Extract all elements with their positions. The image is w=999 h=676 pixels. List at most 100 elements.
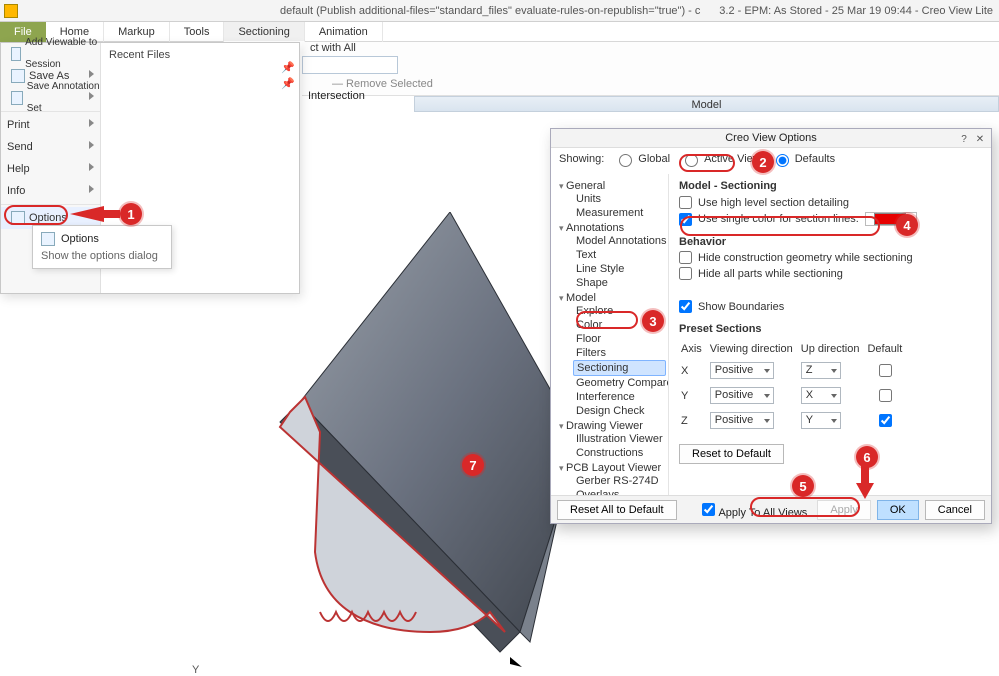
- backstage-help[interactable]: Help: [1, 158, 100, 180]
- cancel-button[interactable]: Cancel: [925, 500, 985, 520]
- reset-all-button[interactable]: Reset All to Default: [557, 500, 677, 520]
- backstage-item-label: Info: [7, 185, 25, 197]
- dialog-titlebar[interactable]: Creo View Options ? ✕: [551, 129, 991, 147]
- backstage-send[interactable]: Send: [1, 136, 100, 158]
- col-up: Up direction: [801, 341, 866, 357]
- save-annotation-icon: [11, 91, 23, 105]
- ok-button[interactable]: OK: [877, 500, 919, 520]
- tree-annotations[interactable]: Annotations: [559, 222, 666, 234]
- chk-show-boundaries[interactable]: Show Boundaries: [679, 300, 981, 313]
- chk-hide-geometry[interactable]: Hide construction geometry while section…: [679, 251, 981, 264]
- combo-view-x[interactable]: Positive: [710, 362, 774, 379]
- pin-icon[interactable]: 📌: [281, 61, 291, 71]
- tree-units[interactable]: Units: [573, 192, 666, 206]
- chevron-right-icon: [89, 163, 94, 171]
- tree-shape[interactable]: Shape: [573, 276, 666, 290]
- tree-filters[interactable]: Filters: [573, 346, 666, 360]
- combo-up-y[interactable]: X: [801, 387, 841, 404]
- chk-high-level[interactable]: Use high level section detailing: [679, 196, 981, 209]
- tree-measurement[interactable]: Measurement: [573, 206, 666, 220]
- tree-floor[interactable]: Floor: [573, 332, 666, 346]
- backstage-save-annotation[interactable]: Save Annotation Set: [1, 87, 100, 109]
- toolstrip-all-label: ct with All: [310, 42, 356, 54]
- ribbon-tabs: File Home Markup Tools Sectioning Animat…: [0, 22, 999, 42]
- tree-geometry-compare[interactable]: Geometry Compare: [573, 376, 666, 390]
- backstage-item-label: Help: [7, 163, 30, 175]
- tree-pcb[interactable]: PCB Layout Viewer: [559, 462, 666, 474]
- backstage-item-label: Send: [7, 141, 33, 153]
- table-row: Y Positive X: [681, 384, 908, 407]
- recent-files-header: Recent Files: [109, 49, 291, 61]
- tree-overlays[interactable]: Overlays: [573, 488, 666, 495]
- tree-design-check[interactable]: Design Check: [573, 404, 666, 418]
- tree-illustration[interactable]: Illustration Viewer: [573, 432, 666, 446]
- options-icon: [11, 211, 25, 225]
- combo-view-z[interactable]: Positive: [710, 412, 774, 429]
- chk-single-color[interactable]: Use single color for section lines:: [679, 212, 981, 226]
- behavior-header: Behavior: [679, 236, 981, 248]
- dialog-body: Showing: Global Active View Defaults Gen…: [551, 147, 991, 495]
- intersection-label: Intersection: [308, 90, 365, 102]
- chk-default-z[interactable]: [879, 414, 892, 427]
- callout-4: 4: [896, 214, 918, 236]
- callout-7: 7: [462, 454, 484, 476]
- tree-constructions[interactable]: Constructions: [573, 446, 666, 460]
- axis-y-label: Y: [192, 664, 199, 676]
- radio-active-view[interactable]: Active View: [680, 151, 761, 167]
- options-tooltip: Options Show the options dialog: [32, 225, 172, 269]
- remove-selected-button[interactable]: — Remove Selected: [332, 78, 433, 90]
- ribbon-tab-animation[interactable]: Animation: [305, 22, 383, 42]
- chevron-right-icon: [89, 92, 94, 100]
- intersection-dropdown[interactable]: Intersection: [308, 90, 365, 102]
- callout-6: 6: [856, 446, 878, 468]
- backstage-add-viewable[interactable]: Add Viewable to Session: [1, 43, 100, 65]
- ribbon-tab-sectioning[interactable]: Sectioning: [224, 22, 304, 42]
- reset-to-default-button[interactable]: Reset to Default: [679, 444, 784, 464]
- annotation-arrow-1: [70, 202, 120, 226]
- callout-5: 5: [792, 475, 814, 497]
- chk-default-y[interactable]: [879, 389, 892, 402]
- section-title: Model - Sectioning: [679, 180, 981, 192]
- tree-line-style[interactable]: Line Style: [573, 262, 666, 276]
- section-select-input[interactable]: [302, 56, 398, 74]
- options-icon: [41, 232, 55, 246]
- chevron-right-icon: [89, 141, 94, 149]
- model-header-label: Model: [692, 99, 722, 111]
- tooltip-title: Options: [61, 233, 99, 245]
- app-status-title: 3.2 - EPM: As Stored - 25 Mar 19 09:44 -…: [719, 5, 993, 17]
- tree-drawing-viewer[interactable]: Drawing Viewer: [559, 420, 666, 432]
- tree-interference[interactable]: Interference: [573, 390, 666, 404]
- dialog-close-icon[interactable]: ✕: [973, 131, 987, 145]
- tree-general[interactable]: General: [559, 180, 666, 192]
- chk-apply-all-views[interactable]: Apply To All Views: [698, 500, 807, 519]
- pin-icon[interactable]: 📌: [281, 77, 291, 87]
- dialog-help-icon[interactable]: ?: [957, 131, 971, 145]
- backstage-print[interactable]: Print: [1, 114, 100, 136]
- tree-model[interactable]: Model: [559, 292, 666, 304]
- tooltip-desc: Show the options dialog: [41, 250, 163, 262]
- combo-up-x[interactable]: Z: [801, 362, 841, 379]
- chk-hide-parts[interactable]: Hide all parts while sectioning: [679, 267, 981, 280]
- radio-defaults[interactable]: Defaults: [771, 151, 835, 167]
- radio-global[interactable]: Global: [614, 151, 670, 167]
- tree-text[interactable]: Text: [573, 248, 666, 262]
- tree-model-annotations[interactable]: Model Annotations: [573, 234, 666, 248]
- tree-gerber[interactable]: Gerber RS-274D: [573, 474, 666, 488]
- col-viewing: Viewing direction: [710, 341, 799, 357]
- title-bar: default (Publish additional-files="stand…: [0, 0, 999, 22]
- table-row: Z Positive Y: [681, 409, 908, 432]
- callout-1: 1: [120, 203, 142, 225]
- dialog-footer: Reset All to Default Apply To All Views …: [551, 495, 991, 523]
- tree-sectioning[interactable]: Sectioning: [573, 360, 666, 376]
- options-tree[interactable]: General Units Measurement Annotations Mo…: [551, 174, 669, 495]
- combo-view-y[interactable]: Positive: [710, 387, 774, 404]
- col-default: Default: [867, 341, 908, 357]
- backstage-info[interactable]: Info: [1, 180, 100, 202]
- ribbon-tab-tools[interactable]: Tools: [170, 22, 225, 42]
- combo-up-z[interactable]: Y: [801, 412, 841, 429]
- ribbon-tab-markup[interactable]: Markup: [104, 22, 170, 42]
- sectioning-toolstrip: ct with All — Remove Selected: [302, 42, 999, 96]
- chk-default-x[interactable]: [879, 364, 892, 377]
- callout-3: 3: [642, 310, 664, 332]
- page-plus-icon: [11, 47, 21, 61]
